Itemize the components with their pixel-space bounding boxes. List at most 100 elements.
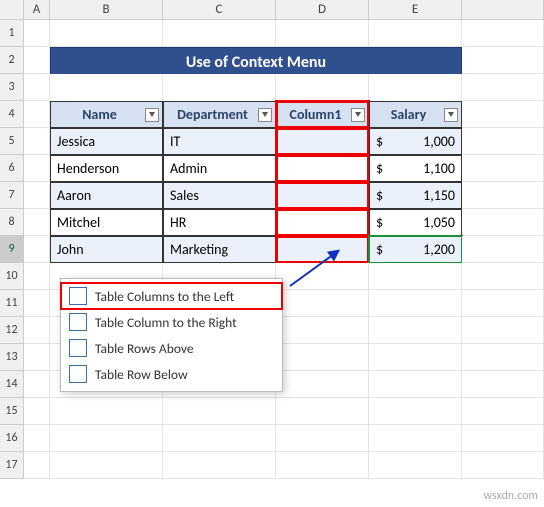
table-cell-salary[interactable]: $1,050 [369,209,462,236]
row-header-2[interactable]: 2 [0,47,24,74]
cell[interactable] [24,425,50,452]
cell[interactable] [462,47,544,74]
filter-dropdown-icon[interactable] [258,108,272,122]
cell[interactable] [276,20,369,47]
table-cell-dept[interactable]: HR [163,209,276,236]
row-header-14[interactable]: 14 [0,371,24,398]
table-cell-col1[interactable] [276,236,369,263]
table-header-salary[interactable]: Salary [369,101,462,128]
row-header-16[interactable]: 16 [0,425,24,452]
table-cell-dept[interactable]: Sales [163,182,276,209]
cell[interactable] [369,425,462,452]
table-cell-dept[interactable]: Marketing [163,236,276,263]
cell[interactable] [462,74,544,101]
cell[interactable] [462,317,544,344]
col-header-D[interactable]: D [276,0,369,20]
cell[interactable] [163,74,276,101]
filter-dropdown-icon[interactable] [351,108,365,122]
row-header-3[interactable]: 3 [0,74,24,101]
cell[interactable] [369,290,462,317]
cell[interactable] [276,398,369,425]
cell[interactable] [24,263,50,290]
cell[interactable] [462,425,544,452]
cell[interactable] [24,317,50,344]
cell[interactable] [462,344,544,371]
col-header-blank[interactable] [462,0,544,20]
table-cell-dept[interactable]: IT [163,128,276,155]
cell[interactable] [276,344,369,371]
cell[interactable] [462,101,544,128]
cell[interactable] [276,290,369,317]
cell[interactable] [369,20,462,47]
cell[interactable] [163,452,276,479]
filter-dropdown-icon[interactable] [444,108,458,122]
col-header-E[interactable]: E [369,0,462,20]
cell[interactable] [24,47,50,74]
table-cell-col1[interactable] [276,209,369,236]
cell[interactable] [50,20,163,47]
cell[interactable] [462,371,544,398]
cell[interactable] [24,236,50,263]
cell[interactable] [24,101,50,128]
cell[interactable] [462,209,544,236]
table-header-department[interactable]: Department [163,101,276,128]
cell[interactable] [462,236,544,263]
cell[interactable] [163,398,276,425]
row-header-1[interactable]: 1 [0,20,24,47]
row-header-15[interactable]: 15 [0,398,24,425]
cell[interactable] [24,182,50,209]
cell[interactable] [276,74,369,101]
cell[interactable] [50,452,163,479]
table-cell-dept[interactable]: Admin [163,155,276,182]
table-header-name[interactable]: Name [50,101,163,128]
row-header-10[interactable]: 10 [0,263,24,290]
cell[interactable] [369,263,462,290]
cell[interactable] [24,344,50,371]
table-cell-salary[interactable]: $1,150 [369,182,462,209]
table-cell-name[interactable]: Henderson [50,155,163,182]
row-header-12[interactable]: 12 [0,317,24,344]
cell[interactable] [462,290,544,317]
cell[interactable] [24,128,50,155]
cell[interactable] [276,452,369,479]
menu-item-columns-right[interactable]: Table Column to the Right [61,309,282,335]
row-header-9[interactable]: 9 [0,236,24,263]
cell[interactable] [369,452,462,479]
table-cell-col1[interactable] [276,182,369,209]
cell[interactable] [462,128,544,155]
table-cell-salary-active[interactable]: $1,200 [369,236,462,263]
table-cell-col1[interactable] [276,155,369,182]
row-header-6[interactable]: 6 [0,155,24,182]
cell[interactable] [24,209,50,236]
col-header-C[interactable]: C [163,0,276,20]
table-header-column1[interactable]: Column1 [276,101,369,128]
row-header-5[interactable]: 5 [0,128,24,155]
cell[interactable] [462,263,544,290]
row-header-4[interactable]: 4 [0,101,24,128]
cell[interactable] [163,425,276,452]
cell[interactable] [24,155,50,182]
cell[interactable] [462,155,544,182]
cell[interactable] [462,398,544,425]
cell[interactable] [369,317,462,344]
cell[interactable] [24,452,50,479]
cell[interactable] [369,371,462,398]
cell[interactable] [50,74,163,101]
cell[interactable] [24,398,50,425]
row-header-8[interactable]: 8 [0,209,24,236]
menu-item-rows-above[interactable]: Table Rows Above [61,335,282,361]
select-all-corner[interactable] [0,0,24,20]
cell[interactable] [50,398,163,425]
cell[interactable] [24,74,50,101]
cell[interactable] [24,371,50,398]
row-header-13[interactable]: 13 [0,344,24,371]
cell[interactable] [462,182,544,209]
table-cell-salary[interactable]: $1,100 [369,155,462,182]
cell[interactable] [462,20,544,47]
cell[interactable] [369,398,462,425]
row-header-17[interactable]: 17 [0,452,24,479]
col-header-B[interactable]: B [50,0,163,20]
cell[interactable] [24,290,50,317]
cell[interactable] [163,20,276,47]
table-cell-salary[interactable]: $1,000 [369,128,462,155]
